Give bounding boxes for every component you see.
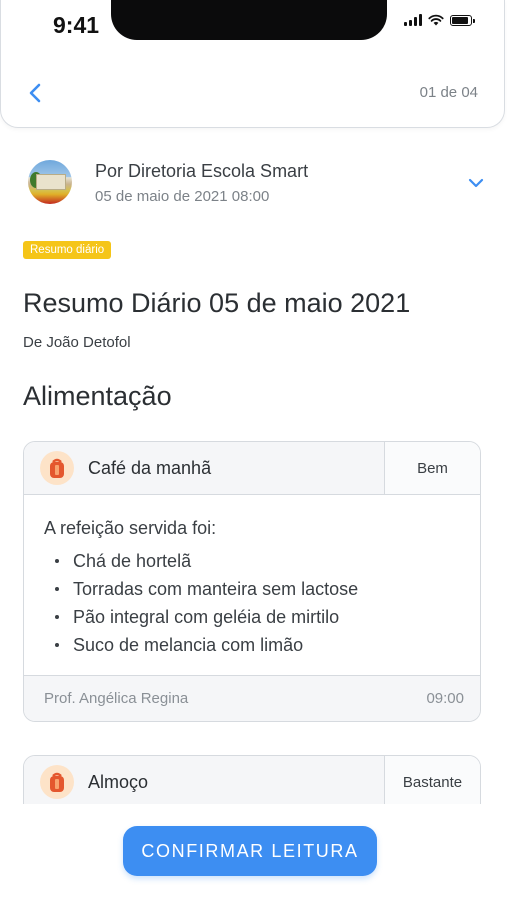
meal-title: Almoço [88, 771, 149, 792]
status-icons [404, 14, 475, 26]
pager: 01 de 04 [419, 84, 478, 101]
confirm-reading-button[interactable]: CONFIRMAR LEITURA [123, 826, 377, 876]
status-time: 9:41 [53, 12, 100, 38]
section-heading: Alimentação [23, 381, 172, 411]
meal-card-breakfast: Café da manhã Bem A refeição servida foi… [23, 441, 481, 722]
meal-card-body: A refeição servida foi: Chá de hortelã T… [24, 495, 480, 675]
meal-intro: A refeição servida foi: [44, 518, 217, 538]
meal-time: 09:00 [426, 690, 464, 707]
post-title: Resumo Diário 05 de maio 2021 [23, 288, 411, 318]
back-chevron-icon[interactable] [23, 80, 49, 106]
teacher-name: Prof. Angélica Regina [44, 690, 189, 707]
list-item: Chá de hortelã [54, 547, 460, 575]
meal-card-footer: Prof. Angélica Regina 09:00 [24, 675, 480, 721]
post-date: 05 de maio de 2021 08:00 [95, 188, 270, 205]
category-badge: Resumo diário [23, 241, 112, 259]
bib-icon [40, 765, 74, 799]
chevron-down-icon[interactable] [465, 174, 487, 192]
list-item: Torradas com manteira sem lactose [54, 575, 460, 603]
meal-rating: Bastante [384, 756, 480, 808]
meal-rating: Bem [384, 442, 480, 494]
device-notch [111, 0, 387, 40]
meal-card-header: Almoço Bastante [24, 756, 480, 809]
bib-icon [40, 451, 74, 485]
wifi-icon [428, 14, 444, 26]
post-author: De João Detofol [23, 334, 131, 351]
meal-title: Café da manhã [88, 457, 212, 478]
list-item: Suco de melancia com limão [54, 631, 460, 659]
school-avatar [28, 160, 72, 204]
list-item: Pão integral com geléia de mirtilo [54, 603, 460, 631]
sender-name: Por Diretoria Escola Smart [95, 161, 309, 181]
meal-items-list: Chá de hortelã Torradas com manteira sem… [44, 547, 460, 659]
battery-icon [450, 14, 475, 26]
header-card: 9:41 01 de 04 [0, 0, 505, 128]
meal-card-header: Café da manhã Bem [24, 442, 480, 495]
signal-icon [404, 14, 422, 26]
